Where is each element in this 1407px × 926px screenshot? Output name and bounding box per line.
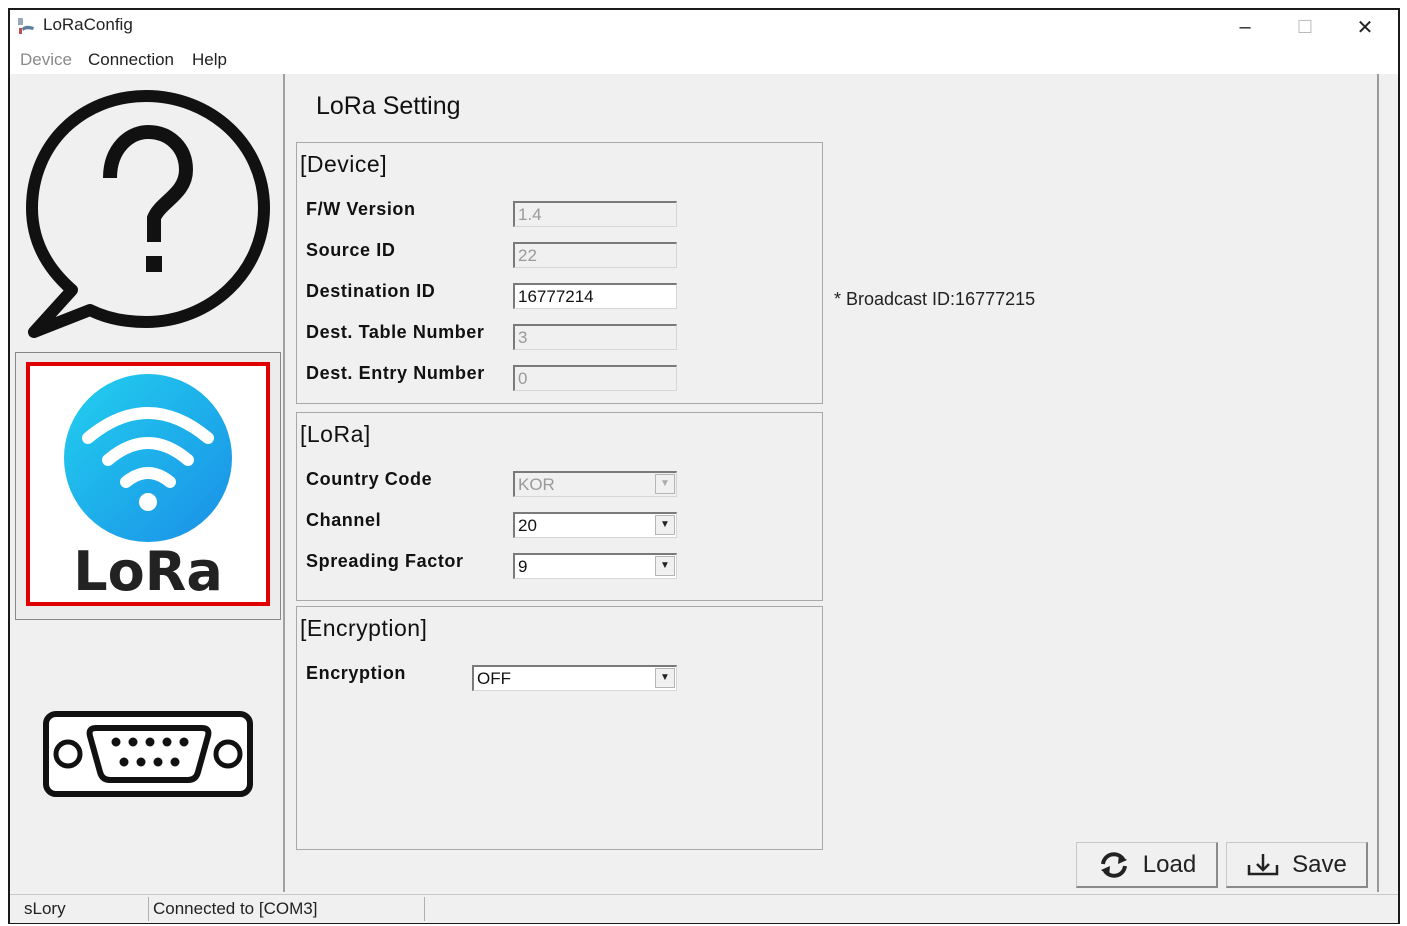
sidebar-item-lora[interactable]: LoRa	[15, 352, 281, 620]
dest-entry-number-label: Dest. Entry Number	[306, 363, 485, 383]
source-id-field: 22	[513, 242, 677, 268]
save-label: Save	[1292, 850, 1347, 878]
lora-group-title: [LoRa]	[300, 421, 371, 447]
menu-help[interactable]: Help	[192, 50, 227, 70]
serial-port-icon	[43, 711, 253, 797]
lora-wifi-icon	[64, 374, 232, 542]
destination-id-label: Destination ID	[306, 281, 436, 301]
sidebar: LoRa	[12, 74, 285, 892]
broadcast-id-note: * Broadcast ID:16777215	[834, 289, 1036, 309]
status-connection: Connected to [COM3]	[153, 899, 318, 918]
close-button[interactable]: ✕	[1336, 10, 1394, 44]
refresh-icon	[1100, 851, 1127, 878]
country-code-select: KOR ▼	[513, 471, 677, 497]
selection-highlight: LoRa	[26, 362, 270, 606]
chevron-down-icon: ▼	[655, 474, 675, 494]
sidebar-item-help[interactable]	[20, 82, 274, 346]
minimize-button[interactable]: –	[1216, 10, 1274, 44]
dest-entry-number-field: 0	[513, 365, 677, 391]
page-title: LoRa Setting	[316, 92, 461, 120]
status-divider	[148, 897, 149, 921]
device-group-title: [Device]	[300, 151, 388, 177]
maximize-icon: ☐	[1296, 16, 1314, 37]
menu-device[interactable]: Device	[20, 50, 72, 70]
channel-label: Channel	[306, 510, 382, 530]
encryption-group: [Encryption] Encryption OFF ▼	[296, 606, 823, 850]
spreading-factor-value: 9	[518, 557, 528, 576]
status-divider	[424, 897, 425, 921]
app-window: LoRaConfig – ☐ ✕ Device Connection Help	[8, 8, 1400, 924]
country-code-value: KOR	[518, 475, 555, 494]
menu-connection[interactable]: Connection	[88, 50, 174, 70]
fw-version-label: F/W Version	[306, 199, 416, 219]
save-button[interactable]: Save	[1226, 842, 1368, 888]
maximize-button[interactable]: ☐	[1276, 10, 1334, 44]
title-bar: LoRaConfig – ☐ ✕	[10, 10, 1398, 46]
fw-version-field: 1.4	[513, 201, 677, 227]
device-group: [Device] F/W Version 1.4 Source ID 22 De…	[296, 142, 823, 404]
load-button[interactable]: Load	[1076, 842, 1218, 888]
app-icon	[18, 18, 34, 34]
source-id-label: Source ID	[306, 240, 396, 260]
close-icon: ✕	[1356, 16, 1374, 39]
chevron-down-icon[interactable]: ▼	[655, 515, 675, 535]
help-bubble-icon	[26, 90, 270, 338]
status-app-name: sLory	[24, 899, 66, 918]
spreading-factor-select[interactable]: 9 ▼	[513, 553, 677, 579]
status-bar: sLory Connected to [COM3]	[10, 894, 1398, 923]
chevron-down-icon[interactable]: ▼	[655, 556, 675, 576]
encryption-value: OFF	[477, 669, 511, 688]
destination-id-field[interactable]: 16777214	[513, 283, 677, 309]
channel-select[interactable]: 20 ▼	[513, 512, 677, 538]
minimize-icon: –	[1239, 15, 1251, 38]
chevron-down-icon[interactable]: ▼	[655, 668, 675, 688]
channel-value: 20	[518, 516, 537, 535]
main-panel: LoRa Setting [Device] F/W Version 1.4 So…	[285, 74, 1379, 892]
menu-bar: Device Connection Help	[10, 46, 1398, 74]
encryption-select[interactable]: OFF ▼	[472, 665, 677, 691]
lora-group: [LoRa] Country Code KOR ▼ Channel 20 ▼ S…	[296, 412, 823, 601]
load-label: Load	[1142, 850, 1197, 878]
encryption-group-title: [Encryption]	[300, 615, 428, 641]
country-code-label: Country Code	[306, 469, 433, 489]
window-title: LoRaConfig	[43, 15, 133, 34]
spreading-factor-label: Spreading Factor	[306, 551, 464, 571]
lora-label: LoRa	[73, 540, 223, 603]
download-icon	[1247, 853, 1279, 875]
encryption-label: Encryption	[306, 663, 407, 683]
dest-table-number-label: Dest. Table Number	[306, 322, 485, 342]
dest-table-number-field: 3	[513, 324, 677, 350]
sidebar-item-serial[interactable]	[42, 710, 256, 802]
